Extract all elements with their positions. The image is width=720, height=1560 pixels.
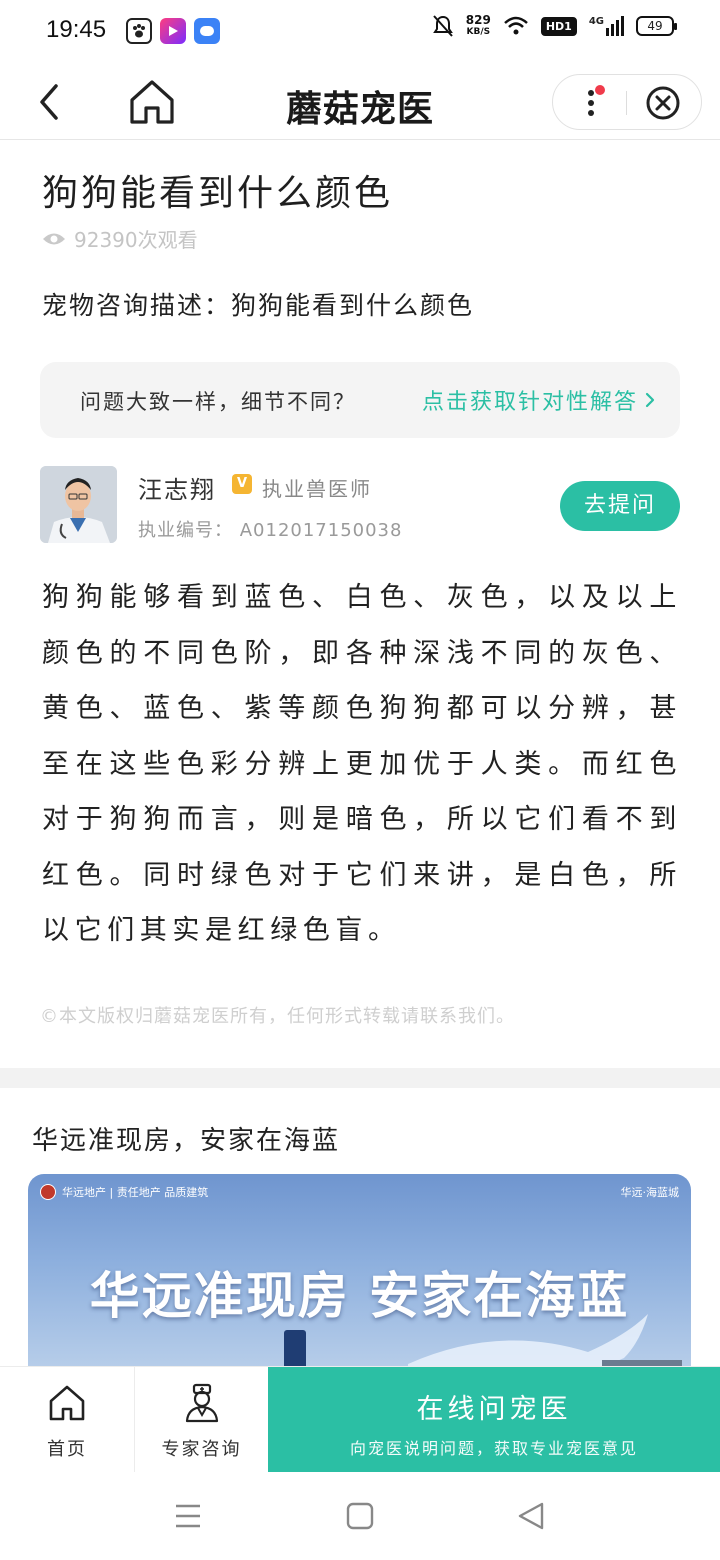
cta-sub-label: 向宠医说明问题，获取专业宠医意见	[349, 1439, 638, 1458]
tip-text: 问题大致一样，细节不同？	[80, 390, 356, 414]
close-circle-icon	[646, 86, 680, 120]
doctor-icon	[185, 1383, 218, 1423]
mute-bell-icon	[432, 15, 453, 37]
ask-question-button[interactable]: 去提问	[560, 481, 680, 531]
view-count: 92390次观看	[42, 224, 198, 253]
bottom-action-bar: 首页 专家咨询 在线问宠医 向宠医说明问题，获取专业宠医意见	[0, 1366, 720, 1473]
tab-expert-label: 专家咨询	[161, 1439, 242, 1460]
tab-home[interactable]: 首页	[0, 1367, 135, 1473]
doctor-card: 汪志翔 V 执业兽医师 执业编号： A012017150038 去提问	[40, 466, 680, 546]
recents-button[interactable]	[344, 1500, 376, 1532]
status-app-icons	[126, 18, 220, 44]
system-navigation-bar	[0, 1472, 720, 1560]
answer-text: 狗狗能够看到蓝色、白色、灰色，以及以上颜色的不同色阶，即各种深浅不同的灰色、黄色…	[42, 582, 682, 946]
network-speed: 829 KB/S	[465, 13, 491, 37]
status-indicators: 829 KB/S HD1 4G 49	[432, 13, 677, 38]
hd-indicator: HD1	[540, 16, 577, 36]
more-vertical-icon	[588, 85, 605, 116]
ad-banner[interactable]: 华远地产 | 责任地产 品质建筑 华远·海蓝城 华远准现房 安家在海蓝	[28, 1174, 691, 1374]
signal-icon: 4G	[589, 16, 624, 36]
doctor-role: 执业兽医师	[262, 477, 372, 501]
status-bar: 19:45 829 KB/S HD1 4G 49	[0, 0, 720, 64]
question-title: 狗狗能看到什么颜色	[42, 173, 394, 214]
question-description: 宠物咨询描述：狗狗能看到什么颜色	[42, 291, 475, 320]
tip-link-text: 点击获取针对性解答	[421, 390, 638, 415]
video-app-icon	[160, 18, 186, 44]
home-outline-icon	[49, 1385, 85, 1421]
mini-program-capsule	[552, 74, 702, 130]
copyright-notice: ©本文版权归蘑菇宠医所有，任何形式转载请联系我们。	[40, 1006, 515, 1027]
status-time: 19:45	[46, 16, 107, 43]
doctor-name: 汪志翔	[138, 476, 216, 504]
notification-dot	[595, 85, 605, 95]
menu-button[interactable]	[172, 1500, 204, 1532]
menu-icon	[176, 1504, 200, 1528]
capsule-divider	[626, 91, 627, 115]
ad-title[interactable]: 华远准现房，安家在海蓝	[32, 1120, 340, 1157]
cta-main-label: 在线问宠医	[416, 1394, 572, 1425]
more-button[interactable]	[581, 85, 605, 121]
doctor-avatar[interactable]	[40, 466, 117, 543]
baidu-paw-icon	[126, 18, 152, 44]
ad-illustration	[284, 1314, 682, 1374]
verified-badge: V	[232, 474, 252, 494]
section-divider	[0, 1068, 720, 1088]
tip-link[interactable]: 点击获取针对性解答	[422, 384, 656, 416]
app-header: 蘑菇宠医	[0, 64, 720, 140]
doctor-license: 执业编号： A012017150038	[138, 520, 403, 541]
ask-vet-online-button[interactable]: 在线问宠医 向宠医说明问题，获取专业宠医意见	[268, 1367, 720, 1473]
battery-indicator: 49	[636, 16, 677, 36]
view-count-text: 92390次观看	[74, 228, 198, 252]
close-button[interactable]	[645, 85, 681, 121]
wifi-icon	[503, 16, 528, 35]
system-back-button[interactable]	[516, 1500, 548, 1532]
eye-icon	[43, 233, 65, 244]
tab-expert-consult[interactable]: 专家咨询	[135, 1367, 268, 1473]
tip-box[interactable]: 问题大致一样，细节不同？ 点击获取针对性解答	[40, 362, 680, 438]
tab-home-label: 首页	[47, 1439, 87, 1460]
chat-app-icon	[194, 18, 220, 44]
chevron-right-icon	[645, 392, 655, 408]
triangle-back-icon	[518, 1502, 544, 1530]
square-icon	[346, 1502, 374, 1530]
